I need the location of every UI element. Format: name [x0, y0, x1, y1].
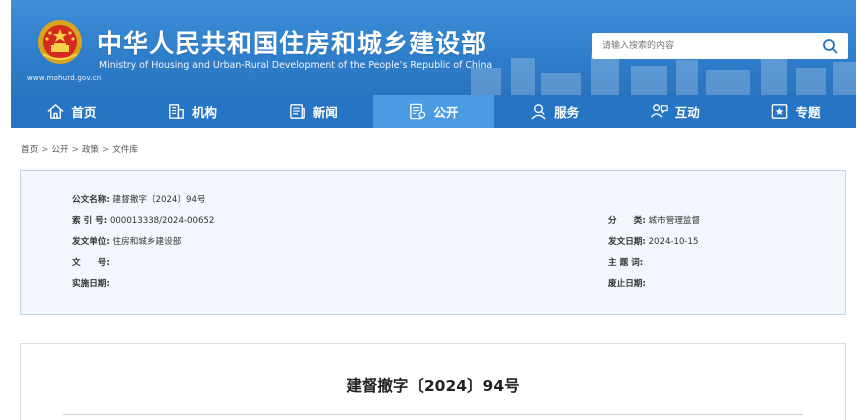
- meta-index: 索 引 号: 000013338/2024-00652: [72, 214, 214, 226]
- meta-effective-date: 实施日期:: [72, 277, 110, 289]
- news-icon: [289, 104, 305, 119]
- meta-label: 发文日期:: [608, 237, 646, 247]
- meta-doc-number: 文 号:: [72, 256, 110, 268]
- breadcrumb-library[interactable]: 文件库: [112, 145, 138, 155]
- meta-label: 发文单位:: [72, 237, 110, 247]
- meta-label: 废止日期:: [608, 279, 646, 289]
- article-title: 建督撤字〔2024〕94号: [346, 377, 520, 395]
- breadcrumb-public[interactable]: 公开: [51, 145, 68, 155]
- nav-item-interaction[interactable]: 互动: [614, 95, 735, 128]
- national-emblem-logo: [38, 20, 82, 64]
- site-subtitle: Ministry of Housing and Urban-Rural Deve…: [99, 60, 493, 71]
- breadcrumb: 首页 > 公开 > 政策 > 文件库: [21, 143, 138, 155]
- breadcrumb-separator: >: [71, 145, 79, 155]
- nav-item-news[interactable]: 新闻: [252, 95, 373, 128]
- document-icon: [410, 103, 426, 120]
- meta-label: 文 号:: [72, 258, 110, 268]
- topic-icon: [772, 104, 788, 119]
- document-metadata: 公文名称: 建督撤字〔2024〕94号 索 引 号: 000013338/202…: [20, 170, 846, 315]
- meta-label: 索 引 号:: [72, 216, 108, 226]
- meta-value: 000013338/2024-00652: [109, 216, 215, 226]
- meta-label: 实施日期:: [72, 279, 110, 289]
- article-panel: 建督撤字〔2024〕94号: [20, 343, 846, 420]
- nav-item-service[interactable]: 服务: [494, 95, 615, 128]
- nav-item-organization[interactable]: 机构: [132, 95, 253, 128]
- nav-item-public[interactable]: 公开: [373, 95, 494, 128]
- nav-label: 互动: [674, 105, 700, 120]
- nav-label: 专题: [795, 105, 821, 120]
- breadcrumb-home[interactable]: 首页: [21, 145, 38, 155]
- search-icon[interactable]: [822, 38, 838, 54]
- meta-value: 住房和城乡建设部: [112, 237, 182, 247]
- meta-issuer: 发文单位: 住房和城乡建设部: [72, 235, 181, 247]
- meta-value: 城市管理监督: [648, 216, 701, 226]
- meta-keywords: 主 题 词:: [608, 256, 643, 268]
- main-nav: 首页 机构 新闻 公开 服务 互动 专题: [11, 95, 856, 128]
- nav-label: 服务: [554, 105, 580, 120]
- meta-label: 分 类:: [608, 216, 646, 226]
- site-title: 中华人民共和国住房和城乡建设部: [97, 29, 488, 58]
- breadcrumb-separator: >: [102, 145, 110, 155]
- site-url: www.mohurd.gov.cn: [27, 74, 102, 82]
- service-icon: [531, 104, 546, 120]
- search-box: [592, 33, 848, 59]
- meta-value: 建督撤字〔2024〕94号: [112, 195, 206, 205]
- nav-label: 新闻: [312, 105, 338, 120]
- nav-label: 公开: [433, 105, 459, 120]
- meta-category: 分 类: 城市管理监督: [608, 214, 700, 226]
- meta-value: 2024-10-15: [648, 237, 699, 247]
- search-input[interactable]: [592, 33, 802, 59]
- breadcrumb-policy[interactable]: 政策: [82, 145, 99, 155]
- title-divider: [63, 414, 803, 415]
- site-header: www.mohurd.gov.cn 中华人民共和国住房和城乡建设部 Minist…: [11, 0, 856, 95]
- meta-label: 公文名称:: [72, 195, 110, 205]
- meta-expiry-date: 废止日期:: [608, 277, 646, 289]
- meta-doc-name: 公文名称: 建督撤字〔2024〕94号: [72, 193, 206, 205]
- nav-label: 机构: [192, 105, 218, 120]
- building-icon: [169, 104, 184, 119]
- interaction-icon: [650, 104, 668, 118]
- meta-issue-date: 发文日期: 2024-10-15: [608, 235, 699, 247]
- home-icon: [47, 104, 64, 119]
- breadcrumb-separator: >: [41, 145, 49, 155]
- nav-item-home[interactable]: 首页: [11, 95, 132, 128]
- meta-label: 主 题 词:: [608, 258, 644, 268]
- nav-item-topic[interactable]: 专题: [735, 95, 856, 128]
- nav-label: 首页: [71, 105, 97, 120]
